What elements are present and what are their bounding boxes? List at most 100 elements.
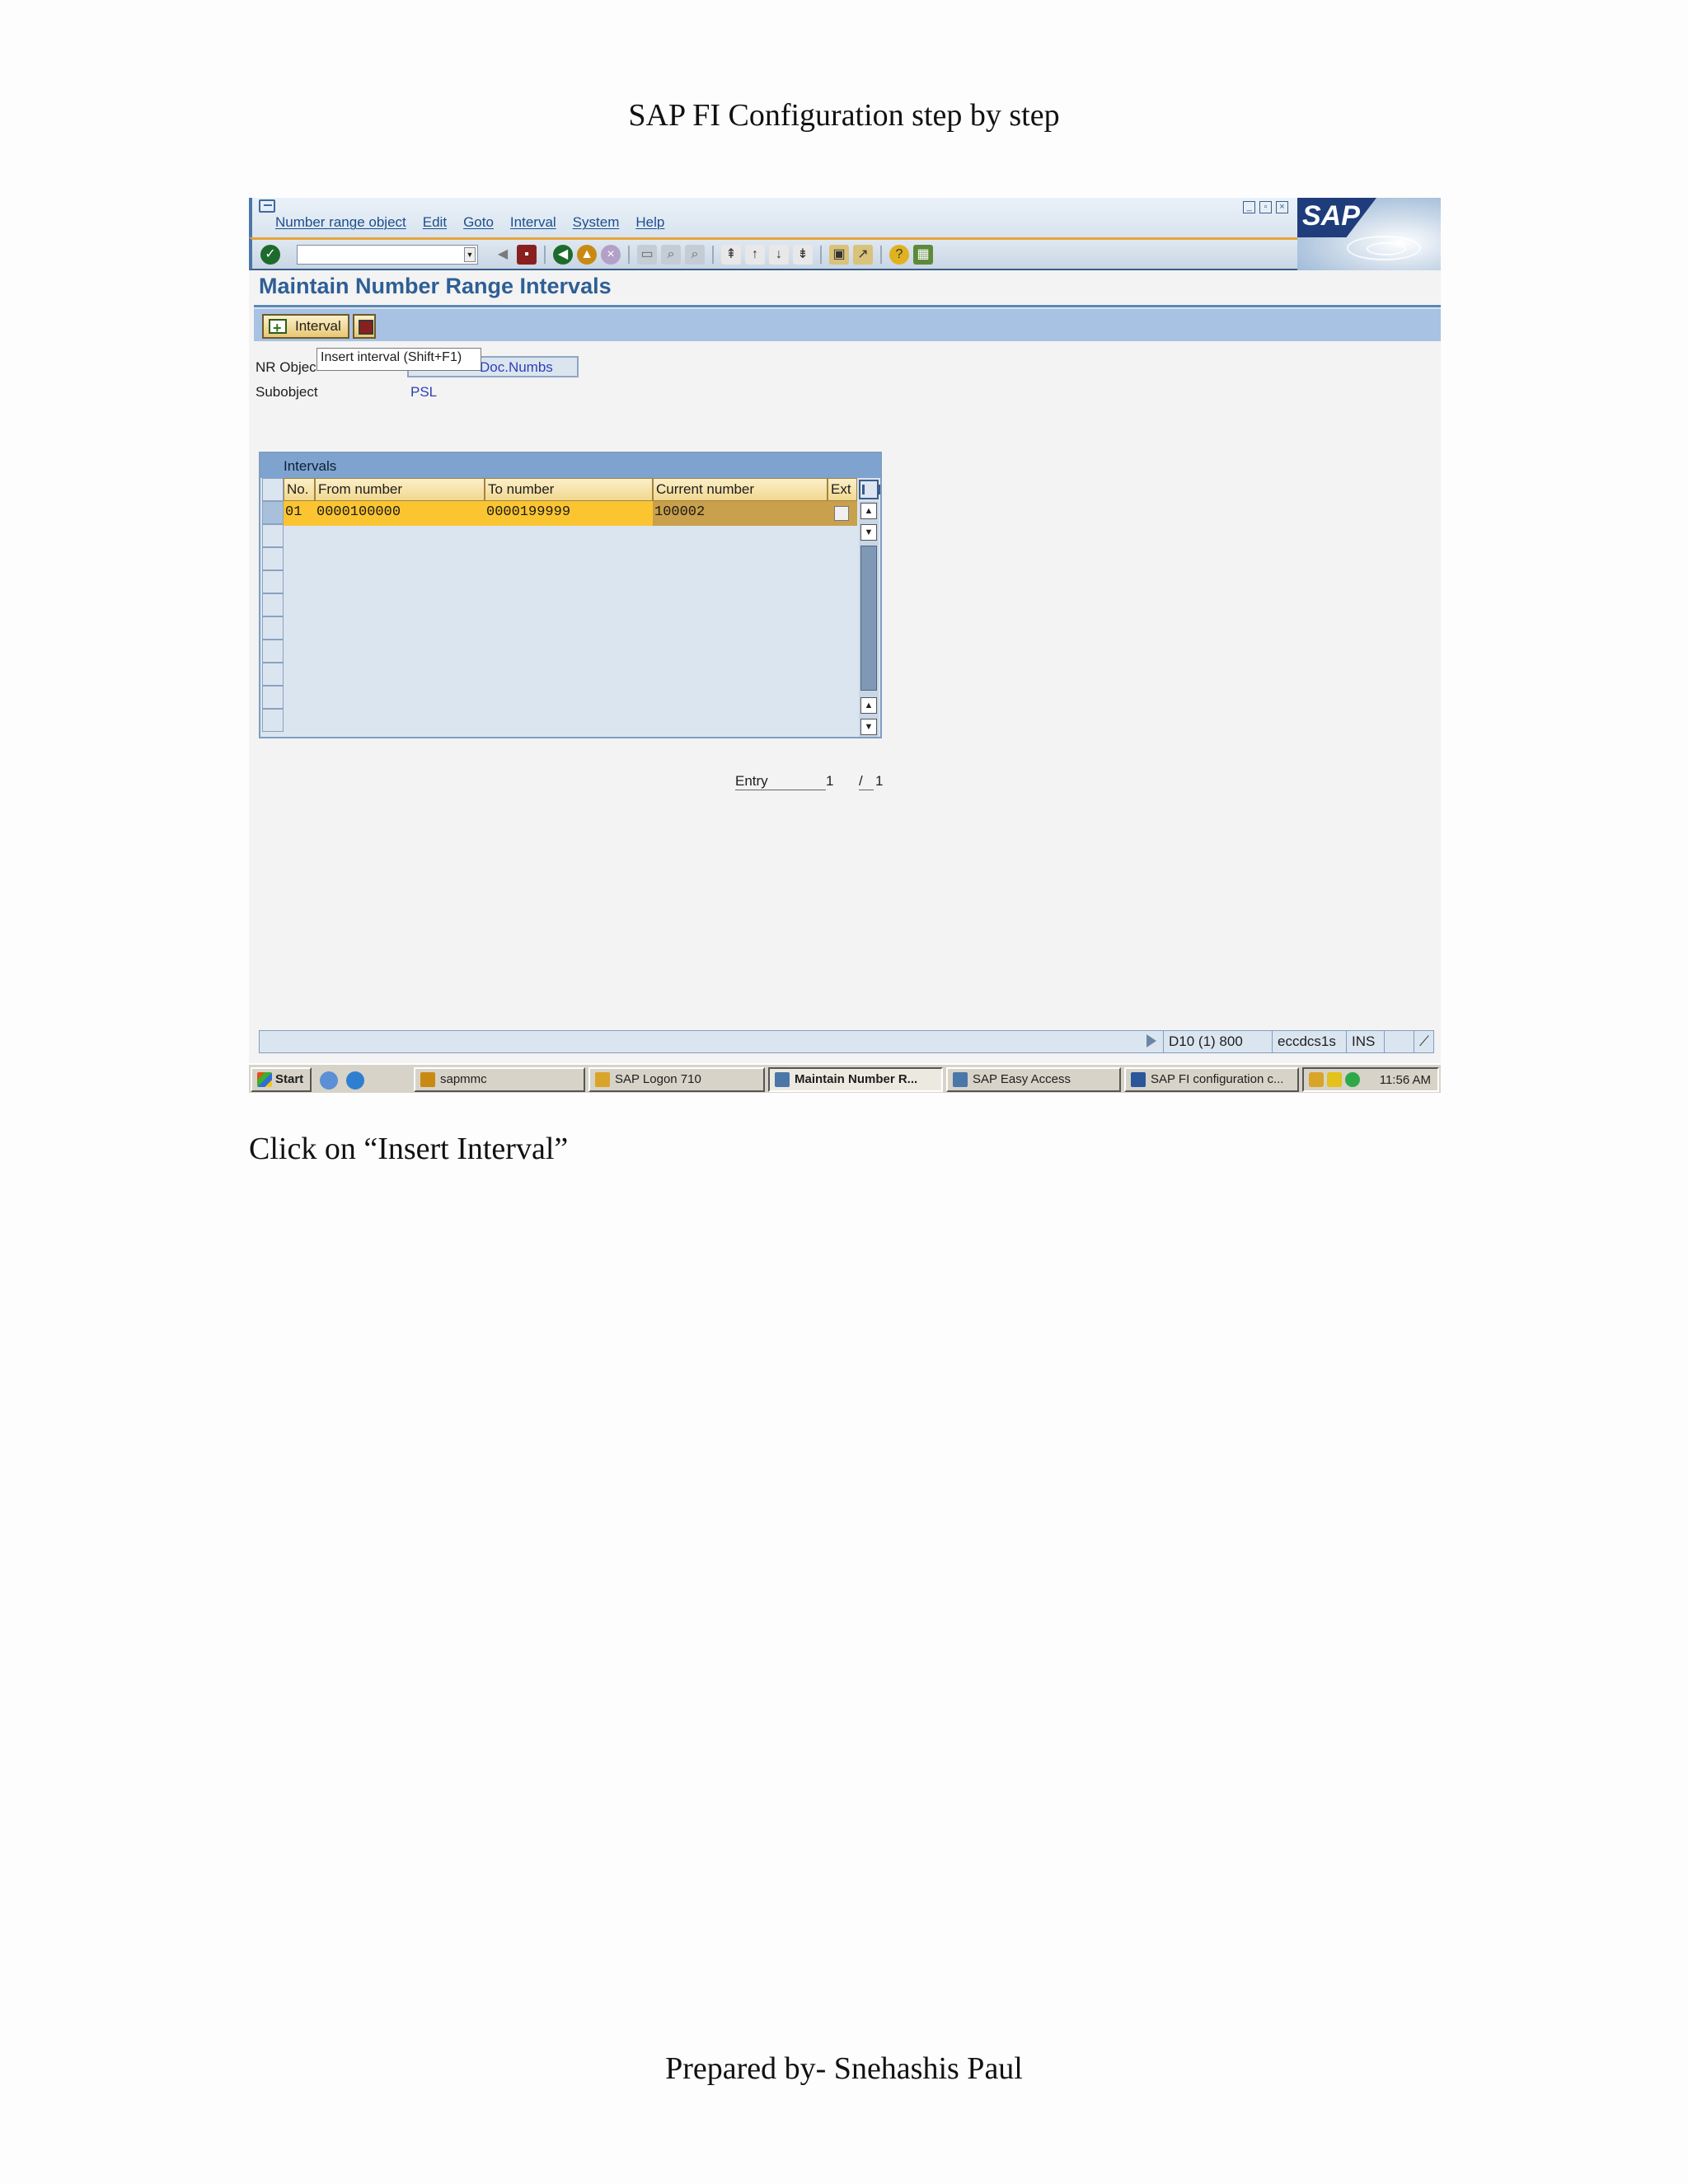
document-title: SAP FI Configuration step by step <box>628 98 1060 133</box>
menu-interval[interactable]: Interval <box>510 214 556 231</box>
maximize-icon[interactable]: ▫ <box>1259 201 1272 213</box>
taskbar-button-sap-logon[interactable]: SAP Logon 710 <box>588 1067 765 1092</box>
system-tray: 11:56 AM <box>1302 1067 1439 1092</box>
back-icon[interactable]: ◀ <box>553 245 573 265</box>
help-icon[interactable]: ? <box>889 245 909 265</box>
sap-logo-mark: SAP <box>1297 198 1376 237</box>
menu-number-range-object[interactable]: Number range object <box>275 214 406 231</box>
cancel-icon[interactable]: × <box>601 245 621 265</box>
status-server: eccdcs1s <box>1272 1031 1346 1052</box>
toolbar-separator <box>820 246 822 264</box>
column-to-number[interactable]: To number <box>485 478 653 501</box>
menu-goto[interactable]: Goto <box>463 214 494 231</box>
menu-bar: Number range object Edit Goto Interval S… <box>275 214 664 231</box>
toolbar-separator <box>712 246 714 264</box>
taskbar-button-sap-easy-access[interactable]: SAP Easy Access <box>946 1067 1121 1092</box>
cell-from-number[interactable]: 0000100000 <box>316 504 401 520</box>
shortcut-icon[interactable]: ↗ <box>853 245 873 265</box>
layout-menu-icon[interactable]: ▦ <box>913 245 933 265</box>
row-selector[interactable] <box>262 663 284 686</box>
cell-no[interactable]: 01 <box>285 504 302 520</box>
minimize-icon[interactable]: _ <box>1243 201 1255 213</box>
row-selector[interactable] <box>262 640 284 663</box>
cell-current-number[interactable]: 100002 <box>654 504 705 520</box>
select-all-cell[interactable] <box>262 478 284 501</box>
delete-interval-button[interactable] <box>353 314 376 339</box>
column-no[interactable]: No. <box>284 478 315 501</box>
entry-separator: / <box>859 773 874 790</box>
ext-checkbox[interactable] <box>834 506 849 521</box>
logo-ripple <box>1367 242 1406 255</box>
print-icon[interactable]: ▭ <box>637 245 657 265</box>
status-empty <box>1384 1031 1414 1052</box>
menu-system[interactable]: System <box>573 214 620 231</box>
row-selector[interactable] <box>262 524 284 547</box>
title-divider <box>254 305 1441 307</box>
scroll-bottom-icon[interactable]: ▼ <box>860 719 877 735</box>
tray-sap-icon[interactable] <box>1309 1072 1324 1087</box>
row-selector[interactable] <box>262 616 284 640</box>
enter-icon[interactable]: ✓ <box>260 245 280 265</box>
previous-icon[interactable]: ◀ <box>493 245 513 265</box>
close-icon[interactable]: × <box>1276 201 1288 213</box>
scroll-up-icon[interactable]: ▼ <box>860 524 877 541</box>
toolbar-separator <box>544 246 546 264</box>
entry-label: Entry <box>735 773 826 790</box>
save-icon[interactable]: ▪ <box>517 245 537 265</box>
command-field[interactable]: ▼ <box>297 245 478 265</box>
menu-edit[interactable]: Edit <box>423 214 447 231</box>
table-row[interactable]: 01 0000100000 0000199999 100002 <box>284 501 857 526</box>
entry-current: 1 <box>826 773 834 789</box>
taskbar-button-sapmmc[interactable]: sapmmc <box>414 1067 585 1092</box>
sap-window-icon <box>775 1072 790 1087</box>
sap-window-icon <box>953 1072 968 1087</box>
column-ext[interactable]: Ext <box>828 478 857 501</box>
cell-to-number[interactable]: 0000199999 <box>486 504 570 520</box>
application-toolbar: Interval <box>254 308 1441 341</box>
start-button[interactable]: Start <box>251 1067 312 1092</box>
column-from-number[interactable]: From number <box>315 478 485 501</box>
taskbar-button-word-document[interactable]: SAP FI configuration c... <box>1124 1067 1299 1092</box>
insert-interval-button[interactable]: Interval <box>262 314 349 339</box>
vertical-scrollbar[interactable]: ▲ ▼ ▲ ▼ <box>859 501 879 737</box>
find-next-icon[interactable]: ⌕ <box>685 245 705 265</box>
system-menu-icon[interactable] <box>259 199 275 213</box>
next-page-icon[interactable]: ↓ <box>769 245 789 265</box>
row-selector[interactable] <box>262 570 284 593</box>
last-page-icon[interactable]: ⇟ <box>793 245 813 265</box>
window-controls: _ ▫ × <box>1243 201 1288 213</box>
scroll-thumb[interactable] <box>860 546 877 691</box>
scroll-top-icon[interactable]: ▲ <box>860 503 877 519</box>
command-dropdown-icon[interactable]: ▼ <box>464 247 476 262</box>
row-selector[interactable] <box>262 709 284 732</box>
exit-icon[interactable]: ▲ <box>577 245 597 265</box>
menu-help[interactable]: Help <box>635 214 664 231</box>
status-mode: INS <box>1346 1031 1384 1052</box>
insert-interval-tooltip: Insert interval (Shift+F1) <box>316 348 481 371</box>
column-settings-icon[interactable] <box>859 480 880 499</box>
row-selector[interactable] <box>262 593 284 616</box>
create-session-icon[interactable]: ▣ <box>829 245 849 265</box>
quick-launch-ie-icon[interactable] <box>346 1071 364 1090</box>
first-page-icon[interactable]: ⇞ <box>721 245 741 265</box>
toolbar-separator <box>628 246 630 264</box>
row-selector[interactable] <box>262 547 284 570</box>
row-selector[interactable] <box>262 686 284 709</box>
scroll-down-icon[interactable]: ▲ <box>860 697 877 714</box>
windows-logo-icon <box>257 1072 272 1087</box>
taskbar-button-maintain-number-range[interactable]: Maintain Number R... <box>768 1067 943 1092</box>
previous-page-icon[interactable]: ↑ <box>745 245 765 265</box>
resize-grip-icon[interactable]: ⟋ <box>1414 1031 1433 1052</box>
nr-object-label: NR Objec <box>256 359 316 375</box>
tray-security-icon[interactable] <box>1345 1072 1360 1087</box>
window-titlebar: Number range object Edit Goto Interval S… <box>249 198 1441 237</box>
quick-launch-desktop-icon[interactable] <box>320 1071 338 1090</box>
find-icon[interactable]: ⌕ <box>661 245 681 265</box>
row-selector[interactable] <box>262 501 284 524</box>
intervals-table-title: Intervals <box>260 453 880 478</box>
sap-logo: SAP <box>1297 198 1441 270</box>
toolbar-separator <box>880 246 882 264</box>
column-current-number[interactable]: Current number <box>653 478 828 501</box>
tray-warning-icon[interactable] <box>1327 1072 1342 1087</box>
status-expand-icon[interactable] <box>1146 1034 1156 1047</box>
